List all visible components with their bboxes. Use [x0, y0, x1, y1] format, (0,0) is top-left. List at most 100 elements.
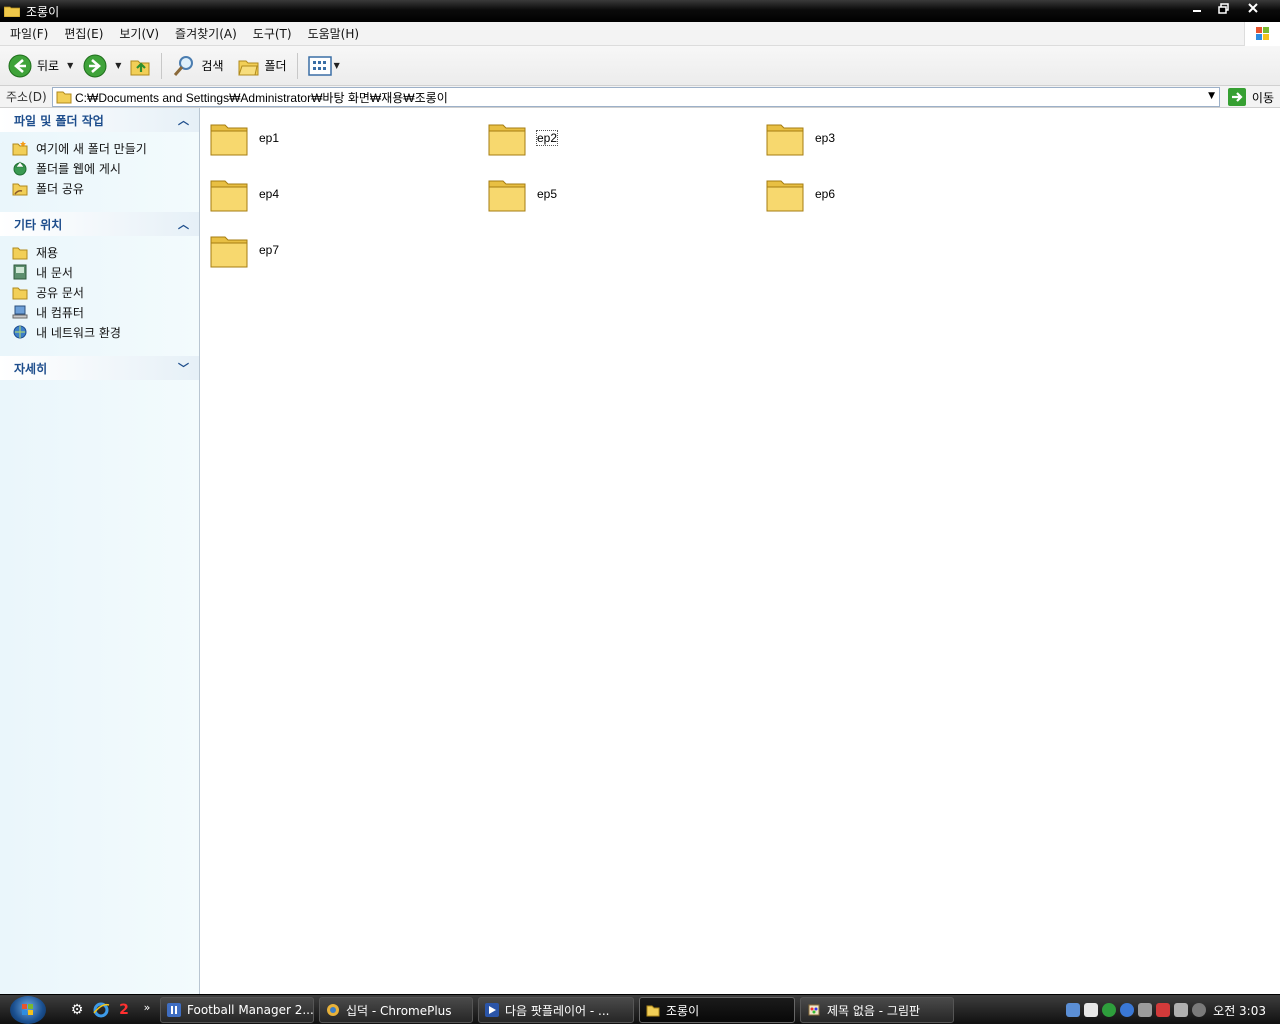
folder-item[interactable]: ep5 [487, 174, 557, 214]
task-publish-web[interactable]: 폴더를 웹에 게시 [12, 158, 199, 178]
minimize-button[interactable] [1184, 0, 1210, 16]
tray-network-icon[interactable] [1066, 1003, 1080, 1017]
ie-icon [93, 1002, 110, 1018]
place-label: 공유 문서 [36, 285, 84, 300]
folder-icon [56, 91, 72, 104]
internet-explorer-icon[interactable] [92, 1001, 110, 1019]
collapse-chevron-icon[interactable]: ︿ [178, 112, 189, 128]
collapse-chevron-icon[interactable]: ︿ [178, 216, 189, 232]
start-button[interactable] [10, 996, 46, 1024]
taskbar-button-explorer-active[interactable]: 조롱이 [639, 997, 795, 1023]
folder-icon [210, 236, 248, 268]
taskbar-button-label: 조롱이 [666, 1003, 700, 1018]
expand-chevron-icon[interactable]: ﹀ [178, 360, 189, 376]
folder-icon [210, 124, 248, 156]
go-label: 이동 [1251, 90, 1274, 105]
folder-name: ep2 [535, 130, 559, 146]
search-button[interactable]: 검색 [168, 50, 227, 82]
address-input[interactable]: C:₩Documents and Settings₩Administrator₩… [52, 87, 1220, 107]
views-dropdown-icon[interactable]: ▼ [334, 61, 340, 70]
folder-icon [12, 247, 28, 260]
place-my-computer[interactable]: 내 컴퓨터 [12, 302, 199, 322]
back-button[interactable]: 뒤로 ▼ [4, 50, 77, 82]
place-my-documents[interactable]: 내 문서 [12, 262, 199, 282]
windows-flag-icon [1256, 27, 1269, 40]
menu-view[interactable]: 보기(V) [111, 25, 167, 42]
group-title: 자세히 [14, 361, 48, 376]
tray-misc-icon[interactable] [1192, 1003, 1206, 1017]
place-my-network[interactable]: 내 네트워크 환경 [12, 322, 199, 342]
tray-antivirus-icon[interactable] [1156, 1003, 1170, 1017]
go-arrow-icon [1227, 88, 1246, 106]
file-folder-tasks-header[interactable]: 파일 및 폴더 작업 ︿ [0, 108, 199, 132]
forward-dropdown-icon[interactable]: ▼ [115, 61, 121, 70]
close-button[interactable] [1240, 0, 1266, 16]
volume-icon[interactable] [1174, 1003, 1188, 1017]
search-label: 검색 [201, 59, 224, 73]
tray-update-icon[interactable] [1120, 1003, 1134, 1017]
go-button[interactable]: 이동 [1227, 87, 1274, 107]
folder-item[interactable]: ep1 [209, 118, 279, 158]
chromeplus-icon [327, 1004, 339, 1016]
taskbar-button-paint[interactable]: 제목 없음 - 그림판 [800, 997, 954, 1023]
back-label: 뒤로 [37, 59, 60, 73]
folder-name: ep4 [259, 187, 280, 201]
folder-name: ep5 [537, 187, 558, 201]
tray-keyboard-icon[interactable] [1084, 1003, 1098, 1017]
my-documents-icon [13, 264, 27, 280]
place-label: 내 컴퓨터 [36, 305, 84, 320]
taskbar-button-chromeplus[interactable]: 십덕 - ChromePlus [319, 997, 473, 1023]
menu-help[interactable]: 도움말(H) [300, 25, 368, 42]
minimize-icon [1193, 10, 1201, 12]
folder-icon [210, 180, 248, 212]
other-places-header[interactable]: 기타 위치 ︿ [0, 212, 199, 236]
standard-toolbar: 뒤로 ▼ ▼ 검색 폴더 ▼ [0, 46, 1280, 86]
folder-item[interactable]: ep7 [209, 230, 279, 270]
views-button[interactable]: ▼ [304, 50, 344, 82]
tray-tool-icon[interactable] [1138, 1003, 1152, 1017]
taskbar-button-football-manager[interactable]: Football Manager 2... [160, 997, 314, 1023]
football-manager-icon [167, 1003, 181, 1017]
close-icon [1248, 3, 1258, 13]
folder-item[interactable]: ep4 [209, 174, 279, 214]
task-label: 여기에 새 폴더 만들기 [36, 141, 147, 156]
network-places-icon [13, 325, 27, 339]
menu-edit[interactable]: 편집(E) [56, 25, 111, 42]
share-folder-icon [12, 183, 28, 196]
address-dropdown-icon[interactable]: ▼ [1208, 91, 1215, 101]
task-share-folder[interactable]: 폴더 공유 [12, 178, 199, 198]
folder-item[interactable]: ep3 [765, 118, 835, 158]
folder-icon [766, 124, 804, 156]
tray-utorrent-icon[interactable] [1102, 1003, 1116, 1017]
folder-view[interactable]: ep1 ep2 ep3 ep4 ep5 ep6 ep7 [201, 108, 1280, 994]
folders-button[interactable]: 폴더 [234, 50, 291, 82]
window-title-bar[interactable]: 조롱이 [0, 0, 1280, 22]
restore-button[interactable] [1210, 0, 1236, 16]
menu-favorites[interactable]: 즐겨찾기(A) [167, 25, 245, 42]
publish-web-icon [13, 161, 27, 176]
taskbar-button-potplayer[interactable]: 다음 팟플레이어 - ... [478, 997, 634, 1023]
back-dropdown-icon[interactable]: ▼ [67, 61, 73, 70]
address-bar: 주소(D) C:₩Documents and Settings₩Administ… [0, 86, 1280, 108]
folder-item[interactable]: ep6 [765, 174, 835, 214]
up-folder-button[interactable] [125, 50, 155, 82]
task-label: 폴더를 웹에 게시 [36, 161, 121, 176]
taskbar-button-label: 제목 없음 - 그림판 [827, 1003, 921, 1018]
place-jaeyong[interactable]: 재용 [12, 242, 199, 262]
clock[interactable]: 오전 3:03 [1213, 1002, 1266, 1019]
menu-file[interactable]: 파일(F) [2, 25, 56, 42]
forward-button[interactable]: ▼ [79, 50, 125, 82]
folder-name: ep6 [815, 187, 836, 201]
taskbar-button-label: 다음 팟플레이어 - ... [505, 1003, 610, 1018]
folder-item-selected[interactable]: ep2 [487, 118, 559, 158]
quicklaunch-overflow-icon[interactable]: » [138, 998, 156, 1016]
details-header[interactable]: 자세히 ﹀ [0, 356, 199, 380]
place-shared-documents[interactable]: 공유 문서 [12, 282, 199, 302]
task-new-folder[interactable]: 여기에 새 폴더 만들기 [12, 138, 199, 158]
quicklaunch-settings-icon[interactable]: ⚙ [68, 1001, 86, 1019]
menu-tools[interactable]: 도구(T) [245, 25, 300, 42]
folders-icon [237, 60, 258, 75]
windows-flag-icon [22, 1004, 33, 1015]
folder-icon [766, 180, 804, 212]
quicklaunch-badge-icon[interactable]: 2 [115, 1001, 133, 1019]
